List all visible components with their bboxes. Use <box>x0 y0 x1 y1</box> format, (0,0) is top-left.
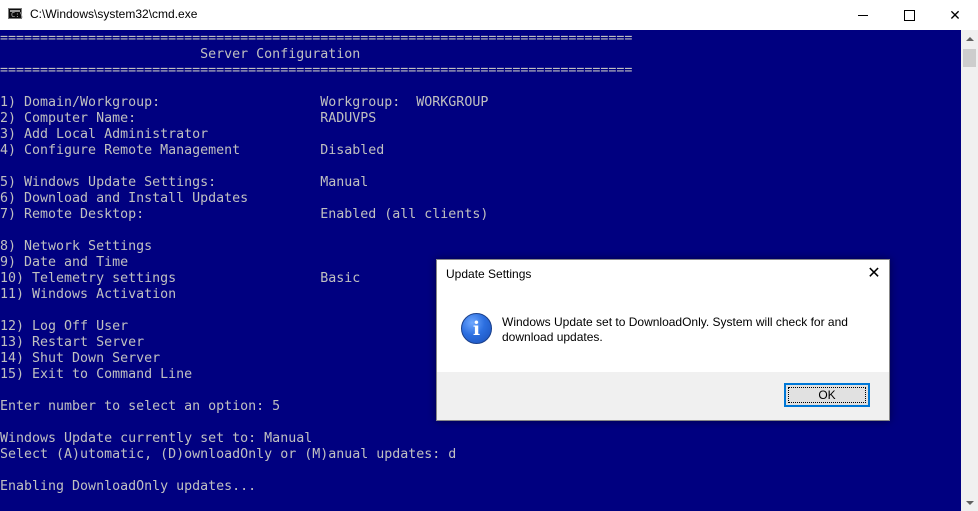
info-icon: i <box>461 313 492 344</box>
scroll-thumb[interactable] <box>963 49 976 67</box>
title-bar: C:\ C:\Windows\system32\cmd.exe ✕ <box>0 0 978 30</box>
maximize-button[interactable] <box>886 0 932 30</box>
dialog-message: Windows Update set to DownloadOnly. Syst… <box>502 315 848 344</box>
window-title: C:\Windows\system32\cmd.exe <box>30 7 198 21</box>
ok-button[interactable]: OK <box>784 383 870 407</box>
update-settings-dialog: Update Settings ✕ i Windows Update set t… <box>436 259 890 421</box>
dialog-close-button[interactable]: ✕ <box>859 260 889 286</box>
dialog-title: Update Settings <box>446 267 532 281</box>
scroll-up-arrow-icon[interactable] <box>961 30 978 47</box>
close-button[interactable]: ✕ <box>932 0 978 30</box>
minimize-icon <box>858 14 868 16</box>
maximize-icon <box>903 9 915 21</box>
scroll-down-arrow-icon[interactable] <box>961 494 978 511</box>
close-icon: ✕ <box>949 6 961 23</box>
dialog-footer: OK <box>437 372 889 420</box>
close-icon: ✕ <box>867 265 881 282</box>
minimize-button[interactable] <box>840 0 886 30</box>
cmd-icon: C:\ <box>8 8 24 19</box>
vertical-scrollbar[interactable] <box>961 30 978 511</box>
